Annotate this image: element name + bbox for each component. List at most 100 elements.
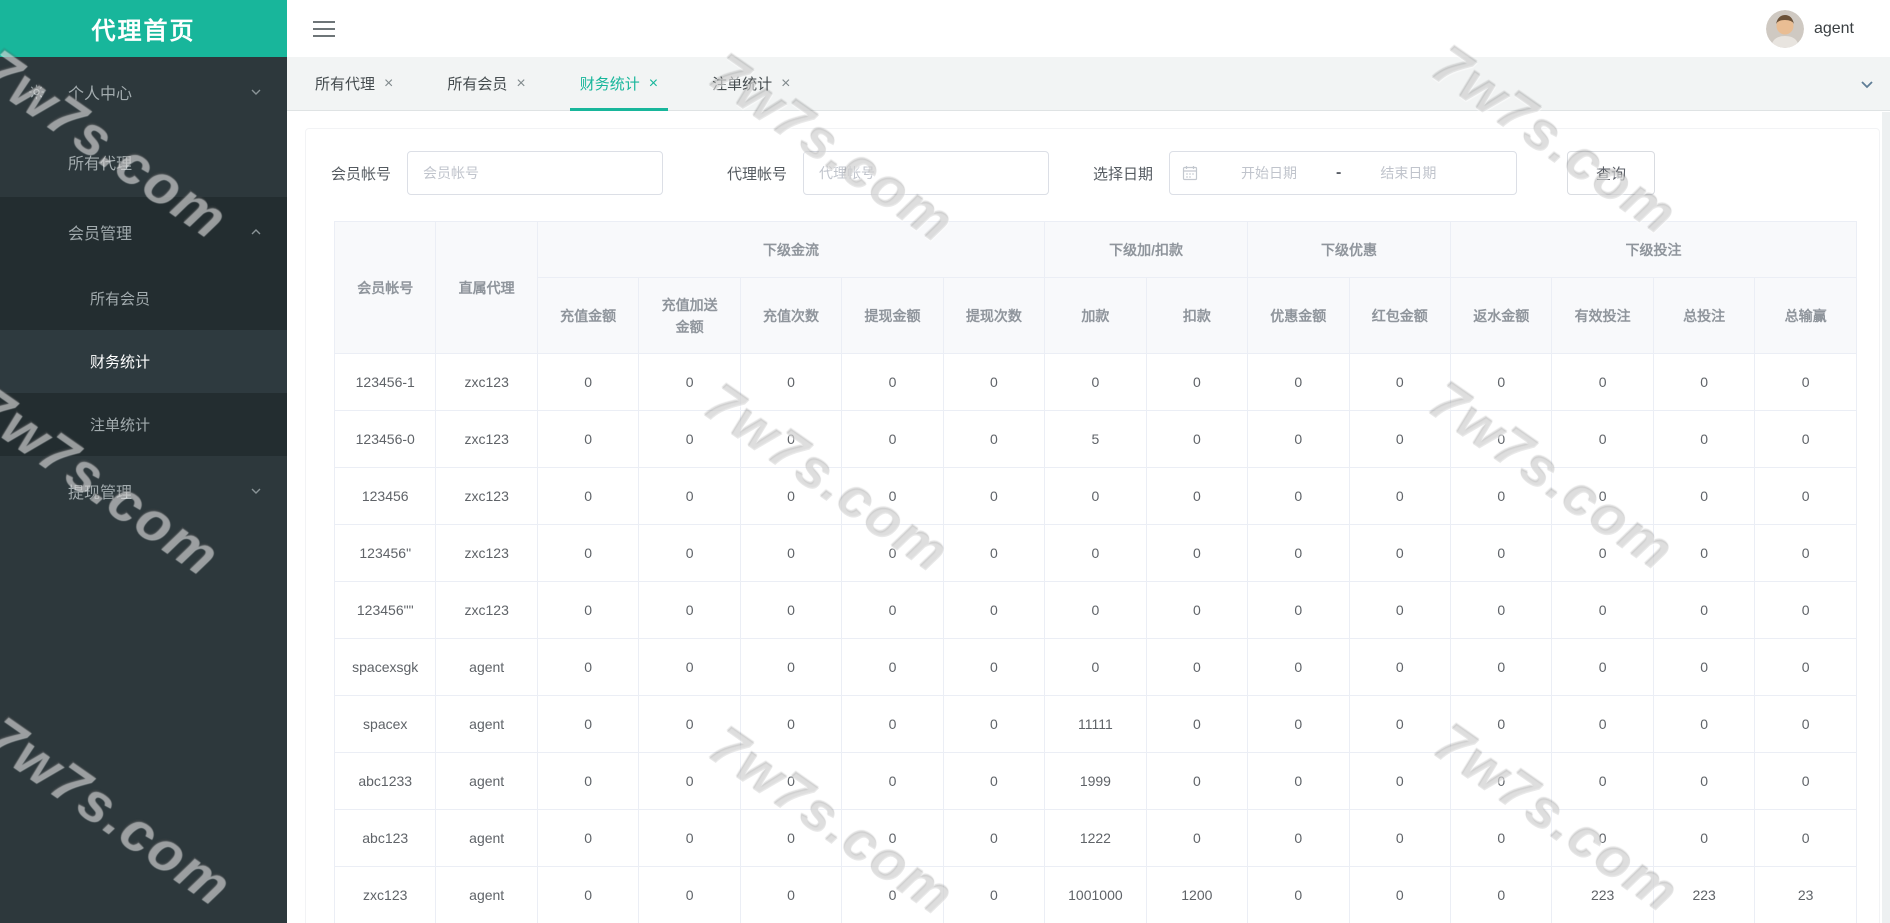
username: agent (1813, 19, 1854, 37)
topbar: agent (287, 0, 1890, 57)
table-cell: 0 (1145, 581, 1249, 639)
table-cell: 0 (1754, 467, 1857, 525)
table-cell: agent (435, 809, 538, 867)
table-cell: 0 (1145, 809, 1249, 867)
tab-财务统计[interactable]: 财务统计 × (569, 57, 669, 111)
table-cell: 0 (1247, 638, 1350, 696)
tab-label: 所有代理 (315, 76, 376, 93)
content-card: 会员帐号 代理帐号 选择日期 - (305, 128, 1880, 923)
sidebar-item-注单统计[interactable]: 注单统计 (0, 393, 287, 456)
table-row[interactable]: abc123 agent 0 0 0 0 0 1222 0 0 0 0 0 0 0 (333, 809, 1857, 867)
table-row[interactable]: 123456-0 zxc123 0 0 0 0 0 5 0 0 0 0 0 0 0 (333, 410, 1857, 468)
tab-所有代理[interactable]: 所有代理 × (305, 57, 403, 110)
tab-label: 所有会员 (447, 76, 508, 93)
table-cell: 0 (1551, 581, 1654, 639)
table-cell: 0 (1652, 410, 1756, 468)
sidebar-menu: 个人中心 所有代理 会员管理 所有会员财务统计注单统计提现管理 (0, 57, 287, 526)
table-row[interactable]: spacexsgk agent 0 0 0 0 0 0 0 0 0 0 0 0 0 (333, 638, 1857, 696)
table-cell: 0 (841, 581, 944, 639)
table-cell: 0 (1449, 752, 1553, 810)
table-row[interactable]: 123456-1 zxc123 0 0 0 0 0 0 0 0 0 0 0 0 0 (333, 353, 1857, 411)
table-cell: 0 (1247, 809, 1350, 867)
query-button[interactable]: 查询 (1567, 151, 1656, 195)
table-row[interactable]: spacex agent 0 0 0 0 0 11111 0 0 0 0 0 0 0 (333, 695, 1857, 753)
table-row[interactable]: abc1233 agent 0 0 0 0 0 1999 0 0 0 0 0 0 0 (333, 752, 1857, 810)
app-title: 代理首页 (0, 0, 287, 57)
table-cell: 0 (1044, 353, 1147, 411)
close-tab-icon[interactable]: × (384, 75, 393, 92)
table-cell: abc1233 (333, 752, 437, 810)
close-tab-icon[interactable]: × (649, 75, 658, 92)
table-cell: 0 (841, 467, 944, 525)
sidebar-item-label: 财务统计 (90, 354, 151, 371)
table-cell: 0 (1145, 353, 1249, 411)
table-cell: 1001000 (1044, 866, 1147, 923)
table-cell: 0 (1348, 524, 1451, 582)
finance-report-table: 会员帐号 直属代理 下级金流 下级加/扣款 下级优惠 下级投注 充值金额 充值加送金额 充值次数… (333, 221, 1858, 923)
table-cell: 0 (1449, 638, 1553, 696)
table-group-header-row: 会员帐号 直属代理 下级金流 下级加/扣款 下级优惠 下级投注 (333, 221, 1858, 354)
table-cell: 0 (942, 695, 1046, 753)
agent-account-input[interactable] (803, 151, 1050, 195)
group-header: 下级优惠 (1247, 221, 1451, 278)
table-cell: 0 (942, 752, 1046, 810)
sidebar-item-提现管理[interactable]: 提现管理 (0, 456, 287, 526)
table-cell: 0 (942, 410, 1046, 468)
user-menu[interactable]: agent (1765, 9, 1854, 48)
table-cell: 0 (942, 809, 1046, 867)
date-select-label: 选择日期 (1093, 165, 1154, 183)
table-cell: 223 (1652, 866, 1756, 923)
column-header: 加款 (1044, 277, 1147, 354)
table-cell: 0 (841, 695, 944, 753)
table-cell: 0 (1348, 638, 1451, 696)
table-row[interactable]: zxc123 agent 0 0 0 0 0 1001000 1200 0 0 0 223 223 23 (333, 866, 1857, 923)
table-cell: 0 (536, 695, 640, 753)
sidebar-item-label: 注单统计 (90, 417, 151, 434)
date-range-picker[interactable]: - (1169, 151, 1518, 195)
table-cell: 0 (1348, 410, 1451, 468)
table-cell: 0 (1754, 809, 1857, 867)
column-header: 总输赢 (1754, 277, 1857, 354)
table-cell: 0 (1145, 695, 1249, 753)
tabs-collapse-chevron-icon[interactable] (1858, 75, 1876, 93)
table-cell: 0 (638, 752, 741, 810)
column-header: 充值金额 (536, 277, 640, 354)
table-cell: 0 (1551, 353, 1654, 411)
table-cell: 0 (739, 638, 843, 696)
table-cell: zxc123 (435, 353, 538, 411)
table-cell: 123456-1 (333, 353, 437, 411)
sidebar-item-所有会员[interactable]: 所有会员 (0, 267, 287, 330)
table-row[interactable]: 123456"" zxc123 0 0 0 0 0 0 0 0 0 0 0 0 0 (333, 581, 1857, 639)
table-cell: spacex (333, 695, 437, 753)
table-row[interactable]: 123456 zxc123 0 0 0 0 0 0 0 0 0 0 0 0 0 (333, 467, 1857, 525)
table-row[interactable]: 123456" zxc123 0 0 0 0 0 0 0 0 0 0 0 0 0 (333, 524, 1857, 582)
member-account-label: 会员帐号 (331, 165, 392, 183)
page-scrollbar[interactable] (1882, 112, 1890, 923)
table-cell: 0 (1449, 524, 1553, 582)
table-cell: 0 (536, 467, 640, 525)
table-cell: spacexsgk (333, 638, 437, 696)
date-end-input[interactable] (1343, 165, 1474, 181)
table-cell: 0 (1652, 524, 1756, 582)
tabbar: 所有代理 × 所有会员 × 财务统计 × 注单统计 × (287, 57, 1890, 111)
column-header: 扣款 (1145, 277, 1249, 354)
table-cell: agent (435, 638, 538, 696)
member-account-input[interactable] (407, 151, 664, 195)
close-tab-icon[interactable]: × (516, 75, 525, 92)
sidebar-item-个人中心[interactable]: 个人中心 (0, 57, 287, 127)
sidebar-item-会员管理[interactable]: 会员管理 (0, 197, 287, 267)
table-cell: 0 (841, 752, 944, 810)
tab-所有会员[interactable]: 所有会员 × (437, 57, 535, 110)
table-cell: 0 (739, 410, 843, 468)
close-tab-icon[interactable]: × (781, 75, 790, 92)
table-cell: 0 (841, 809, 944, 867)
hamburger-icon[interactable] (313, 16, 335, 42)
table-cell: 0 (638, 638, 741, 696)
table-cell: 0 (1247, 752, 1350, 810)
sidebar-item-所有代理[interactable]: 所有代理 (0, 127, 287, 197)
sidebar-item-财务统计[interactable]: 财务统计 (0, 330, 287, 393)
date-start-input[interactable] (1204, 165, 1335, 181)
tab-注单统计[interactable]: 注单统计 × (702, 57, 800, 110)
table-cell: 0 (1348, 809, 1451, 867)
table-cell: 0 (1044, 581, 1147, 639)
